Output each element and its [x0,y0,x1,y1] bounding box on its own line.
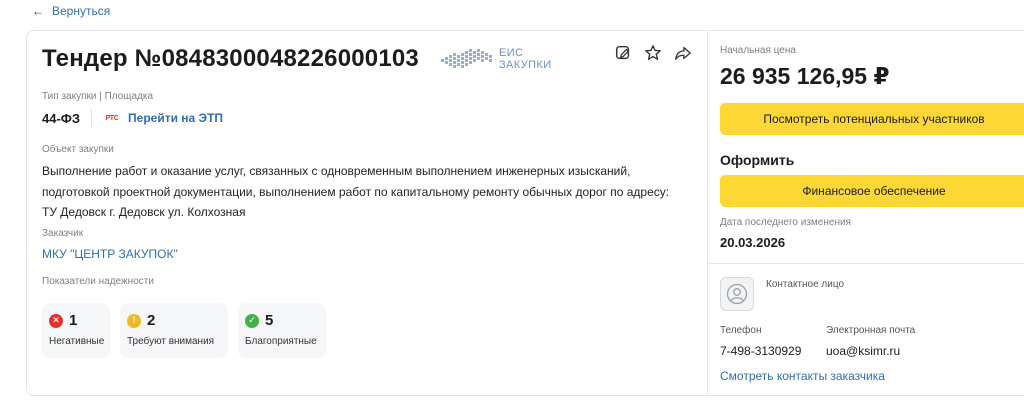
view-participants-button[interactable]: Посмотреть потенциальных участников [720,103,1024,135]
positive-count: 5 [265,312,274,329]
contact-person-title: Контактное лицо [766,279,845,290]
attention-caption: Требуют внимания [127,336,215,347]
x-icon: ✕ [49,313,63,328]
law-value: 44-ФЗ [42,110,81,126]
attention-count: 2 [147,312,156,329]
reliability-indicators: ✕ 1 Негативные ! 2 Требуют внимания ✓ 5 … [42,303,326,358]
go-to-etp-link[interactable]: Перейти на ЭТП [128,111,223,125]
procurement-type-row: 44-ФЗ РТС Перейти на ЭТП [42,109,223,127]
oformit-heading: Оформить [720,152,795,168]
email-label: Электронная почта [826,325,916,336]
edit-note-icon[interactable] [613,43,633,63]
rts-platform-logo: РТС [105,114,119,122]
page-title: Тендер №0848300048226000103 [42,45,419,72]
section-divider [708,263,1024,264]
last-change-date: 20.03.2026 [720,235,786,250]
arrow-left-icon: ← [32,4,44,18]
financial-security-button[interactable]: Финансовое обеспечение [720,175,1024,207]
price-label: Начальная цена [720,45,796,56]
procurement-type-label: Тип закупки | Площадка [42,91,154,102]
user-icon [726,283,748,305]
tender-main-panel: Тендер №0848300048226000103 ЕИС ЗАКУПКИ … [27,31,707,395]
check-icon: ✓ [245,313,259,328]
tender-actions [613,43,693,63]
back-link[interactable]: ← Вернуться [32,4,110,18]
last-change-label: Дата последнего изменения [720,217,851,228]
customer-label: Заказчик [42,228,84,239]
customer-link[interactable]: МКУ "ЦЕНТР ЗАКУПОК" [42,247,178,261]
phone-label: Телефон [720,325,762,336]
exclamation-icon: ! [127,313,141,328]
negative-caption: Негативные [49,336,105,347]
divider [91,109,93,127]
reliability-label: Показатели надежности [42,276,154,287]
back-label: Вернуться [52,4,111,18]
tender-card: Тендер №0848300048226000103 ЕИС ЗАКУПКИ … [26,30,1024,396]
customer-contacts-link[interactable]: Смотреть контакты заказчика [720,369,885,383]
star-icon[interactable] [643,43,663,63]
phone-value: 7-498-3130929 [720,344,802,358]
email-value: uoa@ksimr.ru [826,344,901,358]
avatar [720,277,754,311]
reliability-negative-card[interactable]: ✕ 1 Негативные [42,303,110,358]
reliability-positive-card[interactable]: ✓ 5 Благоприятные [238,303,326,358]
eis-logo-line2: ЗАКУПКИ [499,59,552,71]
object-label: Объект закупки [42,144,114,155]
eis-logo: ЕИС ЗАКУПКИ [439,41,559,77]
share-icon[interactable] [673,43,693,63]
tender-side-panel: Начальная цена 26 935 126,95 ₽ Посмотрет… [708,31,1024,395]
initial-price: 26 935 126,95 ₽ [720,63,890,89]
russia-map-icon [441,49,492,68]
reliability-attention-card[interactable]: ! 2 Требуют внимания [120,303,228,358]
eis-logo-line1: ЕИС [499,47,524,59]
object-description: Выполнение работ и оказание услуг, связа… [42,164,670,219]
negative-count: 1 [69,312,78,329]
positive-caption: Благоприятные [245,336,317,347]
